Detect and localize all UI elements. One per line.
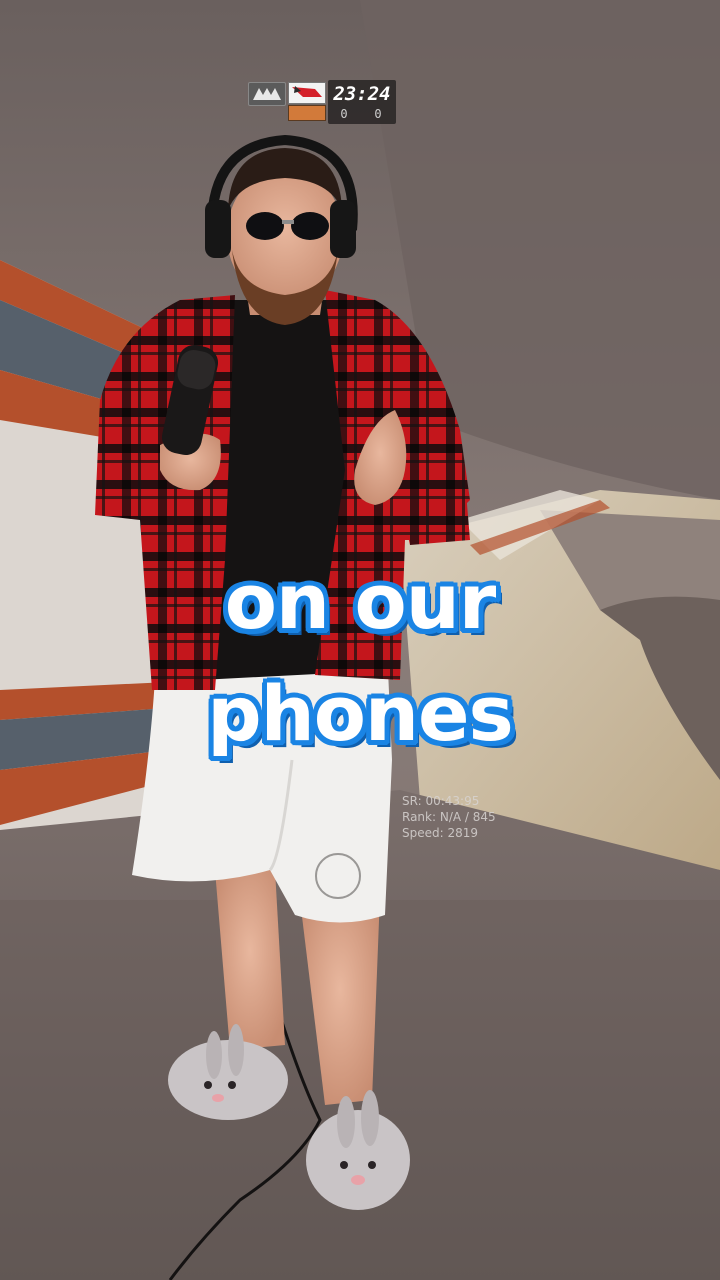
caption-line-2: phones xyxy=(207,669,514,758)
orange-team-badge-icon xyxy=(288,105,326,121)
match-timer-panel: 23:24 0 0 xyxy=(328,80,396,124)
subtitle-caption: on our phones xyxy=(0,546,720,770)
stat-sr: SR: 00:43:95 xyxy=(402,794,480,808)
speedrun-stats-overlay: SR: 00:43:95 Rank: N/A / 845 Speed: 2819 xyxy=(402,793,496,841)
stat-rank: Rank: N/A / 845 xyxy=(402,810,496,824)
score-right: 0 xyxy=(374,107,382,121)
video-frame: 23:24 0 0 on our phones SR: 00:43:95 Ran… xyxy=(0,0,720,1280)
team-wing-logo-icon xyxy=(248,82,286,106)
caption-line-1: on our xyxy=(224,557,497,646)
stat-speed: Speed: 2819 xyxy=(402,826,479,840)
match-timer: 23:24 xyxy=(333,83,391,105)
game-scoreboard-hud: 23:24 0 0 xyxy=(248,80,396,126)
score-left: 0 xyxy=(340,107,348,121)
red-team-flag-icon xyxy=(288,82,326,104)
